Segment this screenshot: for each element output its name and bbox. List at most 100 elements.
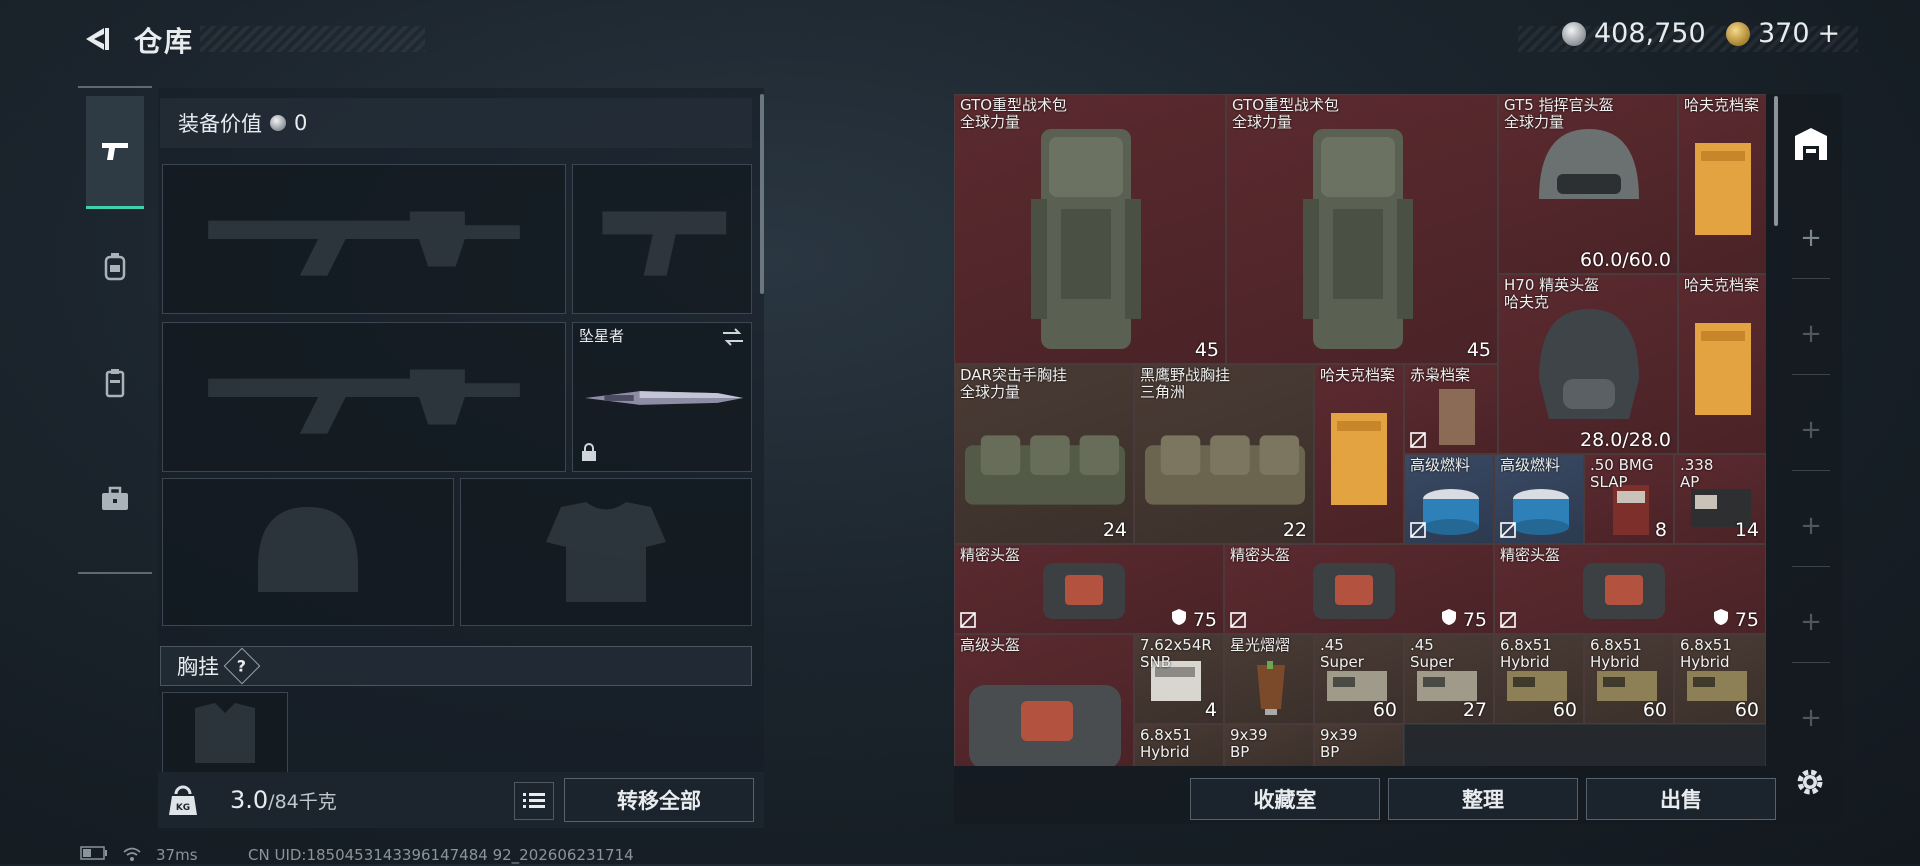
inventory-item-68x51-ammo-3[interactable]: 6.8x51 Hybrid 60 (1674, 634, 1766, 724)
inventory-item-fuel-1[interactable]: 高级燃料 (1404, 454, 1494, 544)
add-storage-button[interactable]: + (1780, 496, 1842, 556)
inventory-item-precision-helmet-1[interactable]: 精密头盔 75 (954, 544, 1224, 634)
chest-rig-art (1144, 435, 1306, 505)
sort-button[interactable]: 整理 (1388, 778, 1578, 820)
no-insure-icon (960, 612, 976, 628)
item-name: GTO重型战术包 全球力量 (960, 96, 1068, 131)
inventory-item-h70-helmet[interactable]: H70 精英头盔 哈夫克 28.0/28.0 (1498, 274, 1678, 454)
item-name: 高级燃料 (1410, 456, 1471, 474)
list-view-button[interactable] (514, 782, 554, 820)
inventory-item-762-ammo[interactable]: 7.62x54R SNB 4 (1134, 634, 1224, 724)
divider (1792, 566, 1830, 567)
sell-button[interactable]: 出售 (1586, 778, 1776, 820)
knife-art (581, 383, 747, 417)
inventory-item-precision-helmet-3[interactable]: 精密头盔 75 (1494, 544, 1766, 634)
inventory-grid: GTO重型战术包 全球力量 45 GTO重型战术包 全球力量 45 GT5 指挥… (954, 94, 1766, 766)
inventory-item-50bmg-ammo[interactable]: .50 BMG SLAP 8 (1584, 454, 1674, 544)
help-badge[interactable]: ? (223, 647, 261, 685)
chest-rig-label: 胸挂 ? (160, 646, 752, 686)
carry-weight: 3.0/84千克 (230, 786, 337, 814)
settings-gear-icon[interactable] (1792, 764, 1828, 800)
case-art (1043, 563, 1125, 619)
inventory-item-haavk-file-1[interactable]: 哈夫克档案 (1678, 94, 1766, 274)
inventory-item-precision-helmet-2[interactable]: 精密头盔 75 (1224, 544, 1494, 634)
divider (1792, 278, 1830, 279)
body-armor-slot[interactable] (460, 478, 752, 626)
item-armor-value: 75 (1441, 608, 1487, 631)
currency-gold[interactable]: 370 + (1726, 18, 1840, 49)
inventory-item-45super-ammo-2[interactable]: .45 Super 27 (1404, 634, 1494, 724)
inventory-item-blackhawk-chest-rig[interactable]: 黑鹰野战胸挂 三角洲 22 (1134, 364, 1314, 544)
collection-room-button[interactable]: 收藏室 (1190, 778, 1380, 820)
pistol-slot[interactable] (572, 164, 752, 314)
rifle-silhouette-icon (163, 323, 565, 471)
add-storage-button[interactable]: + (1780, 208, 1842, 268)
currency-gold-plus[interactable]: + (1818, 18, 1841, 49)
item-name: GTO重型战术包 全球力量 (1232, 96, 1340, 131)
inventory-item-338ap-ammo[interactable]: .338 AP 14 (1674, 454, 1766, 544)
inventory-item-starlight-drink[interactable]: 星光熠熠 (1224, 634, 1314, 724)
item-count: 8 (1654, 519, 1667, 541)
item-name: .45 Super (1410, 636, 1454, 671)
item-name: H70 精英头盔 哈夫克 (1504, 276, 1600, 311)
title-decoration (200, 26, 425, 52)
inventory-item-fuel-2[interactable]: 高级燃料 (1494, 454, 1584, 544)
inventory-item-gt5-helmet[interactable]: GT5 指挥官头盔 全球力量 60.0/60.0 (1498, 94, 1678, 274)
inventory-item-68x51-ammo-1[interactable]: 6.8x51 Hybrid 60 (1494, 634, 1584, 724)
inventory-scrollbar[interactable] (1774, 96, 1778, 226)
ping-readout: 37ms (156, 846, 198, 864)
no-insure-icon (1500, 522, 1516, 538)
helmet-art (1539, 309, 1639, 419)
nav-backpack[interactable] (86, 212, 144, 322)
back-icon[interactable] (78, 22, 112, 56)
rifle-silhouette-icon (163, 165, 565, 313)
inventory-item-9x39-ammo-2[interactable]: 9x39 BP (1314, 724, 1404, 766)
primary-weapon-slot-1[interactable] (162, 164, 566, 314)
fuel-can-art (1423, 489, 1479, 535)
inventory-item-45super-ammo-1[interactable]: .45 Super 60 (1314, 634, 1404, 724)
shield-icon (1713, 609, 1728, 625)
silver-coin-icon (270, 115, 286, 131)
inventory-item-advanced-helmet[interactable]: 高级头盔 (954, 634, 1134, 766)
file-art (1695, 323, 1751, 415)
item-name: 星光熠熠 (1230, 636, 1291, 654)
inventory-item-haavk-file-3[interactable]: 哈夫克档案 (1314, 364, 1404, 544)
storage-tab-active[interactable] (1780, 114, 1842, 174)
nav-weapons[interactable] (86, 96, 144, 209)
add-storage-button[interactable]: + (1780, 688, 1842, 748)
chest-rig-slot[interactable] (162, 692, 288, 774)
transfer-all-button[interactable]: 转移全部 (564, 778, 754, 822)
item-durability: 28.0/28.0 (1579, 429, 1671, 451)
nav-toolbox[interactable] (86, 444, 144, 554)
item-name: 黑鹰野战胸挂 三角洲 (1140, 366, 1231, 401)
item-name: GT5 指挥官头盔 全球力量 (1504, 96, 1614, 131)
inventory-item-9x39-ammo-1[interactable]: 9x39 BP (1224, 724, 1314, 766)
item-count: 14 (1734, 519, 1759, 541)
inventory-item-68x51-ammo-2[interactable]: 6.8x51 Hybrid 60 (1584, 634, 1674, 724)
divider (1792, 470, 1830, 471)
item-name: 精密头盔 (960, 546, 1021, 564)
helmet-slot[interactable] (162, 478, 454, 626)
equipment-value-header: 装备价值 0 (160, 98, 752, 148)
inventory-item-haavk-file-2[interactable]: 哈夫克档案 (1678, 274, 1766, 454)
inventory-item-chixiao-file[interactable]: 赤枭档案 (1404, 364, 1498, 454)
file-art (1695, 143, 1751, 235)
item-name: 6.8x51 Hybrid (1680, 636, 1732, 671)
melee-slot[interactable]: 坠星者 (572, 322, 752, 472)
swap-icon[interactable] (721, 327, 745, 351)
backpack-icon (104, 253, 126, 281)
gold-coin-icon (1726, 21, 1750, 46)
equipment-scrollbar[interactable] (760, 94, 764, 294)
inventory-item-dar-chest-rig[interactable]: DAR突击手胸挂 全球力量 24 (954, 364, 1134, 544)
inventory-item-gto-backpack-2[interactable]: GTO重型战术包 全球力量 45 (1226, 94, 1498, 364)
inventory-item-gto-backpack-1[interactable]: GTO重型战术包 全球力量 45 (954, 94, 1226, 364)
item-name: 精密头盔 (1230, 546, 1291, 564)
equipment-value-label: 装备价值 (178, 112, 262, 136)
inventory-empty-space (1404, 724, 1766, 766)
primary-weapon-slot-2[interactable] (162, 322, 566, 472)
add-storage-button[interactable]: + (1780, 592, 1842, 652)
add-storage-button[interactable]: + (1780, 400, 1842, 460)
inventory-item-68x51-ammo-4[interactable]: 6.8x51 Hybrid (1134, 724, 1224, 766)
add-storage-button[interactable]: + (1780, 304, 1842, 364)
nav-armor[interactable] (86, 328, 144, 438)
